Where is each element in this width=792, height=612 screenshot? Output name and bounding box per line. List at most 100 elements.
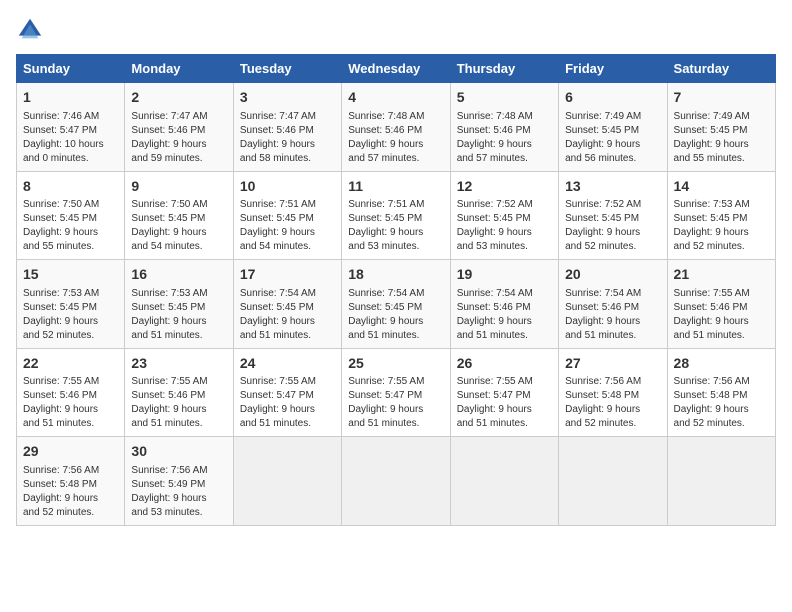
calendar-day-cell: 10Sunrise: 7:51 AM Sunset: 5:45 PM Dayli… — [233, 171, 341, 260]
calendar-week-row: 1Sunrise: 7:46 AM Sunset: 5:47 PM Daylig… — [17, 83, 776, 172]
calendar-day-cell: 15Sunrise: 7:53 AM Sunset: 5:45 PM Dayli… — [17, 260, 125, 349]
day-info: Sunrise: 7:46 AM Sunset: 5:47 PM Dayligh… — [23, 110, 118, 166]
day-info: Sunrise: 7:48 AM Sunset: 5:46 PM Dayligh… — [348, 110, 443, 166]
day-number: 30 — [131, 442, 226, 462]
weekday-header: Friday — [559, 55, 667, 83]
day-info: Sunrise: 7:50 AM Sunset: 5:45 PM Dayligh… — [23, 198, 118, 254]
day-info: Sunrise: 7:48 AM Sunset: 5:46 PM Dayligh… — [457, 110, 552, 166]
day-number: 24 — [240, 354, 335, 374]
day-info: Sunrise: 7:55 AM Sunset: 5:46 PM Dayligh… — [23, 375, 118, 431]
logo — [16, 16, 48, 44]
calendar-day-cell: 29Sunrise: 7:56 AM Sunset: 5:48 PM Dayli… — [17, 437, 125, 526]
day-info: Sunrise: 7:47 AM Sunset: 5:46 PM Dayligh… — [131, 110, 226, 166]
calendar-day-cell: 19Sunrise: 7:54 AM Sunset: 5:46 PM Dayli… — [450, 260, 558, 349]
calendar-week-row: 8Sunrise: 7:50 AM Sunset: 5:45 PM Daylig… — [17, 171, 776, 260]
calendar-day-cell — [450, 437, 558, 526]
calendar-day-cell — [233, 437, 341, 526]
calendar-day-cell: 18Sunrise: 7:54 AM Sunset: 5:45 PM Dayli… — [342, 260, 450, 349]
day-number: 17 — [240, 265, 335, 285]
calendar-day-cell: 30Sunrise: 7:56 AM Sunset: 5:49 PM Dayli… — [125, 437, 233, 526]
calendar-day-cell: 1Sunrise: 7:46 AM Sunset: 5:47 PM Daylig… — [17, 83, 125, 172]
calendar-day-cell: 16Sunrise: 7:53 AM Sunset: 5:45 PM Dayli… — [125, 260, 233, 349]
day-number: 19 — [457, 265, 552, 285]
logo-icon — [16, 16, 44, 44]
day-info: Sunrise: 7:54 AM Sunset: 5:45 PM Dayligh… — [240, 287, 335, 343]
day-number: 29 — [23, 442, 118, 462]
calendar-day-cell: 14Sunrise: 7:53 AM Sunset: 5:45 PM Dayli… — [667, 171, 775, 260]
day-number: 13 — [565, 177, 660, 197]
day-info: Sunrise: 7:56 AM Sunset: 5:49 PM Dayligh… — [131, 464, 226, 520]
calendar-day-cell: 23Sunrise: 7:55 AM Sunset: 5:46 PM Dayli… — [125, 348, 233, 437]
day-info: Sunrise: 7:51 AM Sunset: 5:45 PM Dayligh… — [348, 198, 443, 254]
calendar-day-cell: 12Sunrise: 7:52 AM Sunset: 5:45 PM Dayli… — [450, 171, 558, 260]
day-info: Sunrise: 7:55 AM Sunset: 5:47 PM Dayligh… — [240, 375, 335, 431]
day-number: 8 — [23, 177, 118, 197]
day-info: Sunrise: 7:53 AM Sunset: 5:45 PM Dayligh… — [131, 287, 226, 343]
weekday-header: Thursday — [450, 55, 558, 83]
calendar-day-cell — [342, 437, 450, 526]
calendar-day-cell: 4Sunrise: 7:48 AM Sunset: 5:46 PM Daylig… — [342, 83, 450, 172]
day-info: Sunrise: 7:53 AM Sunset: 5:45 PM Dayligh… — [674, 198, 769, 254]
day-number: 25 — [348, 354, 443, 374]
day-info: Sunrise: 7:55 AM Sunset: 5:47 PM Dayligh… — [457, 375, 552, 431]
day-number: 5 — [457, 88, 552, 108]
page-header — [16, 16, 776, 44]
calendar-day-cell: 7Sunrise: 7:49 AM Sunset: 5:45 PM Daylig… — [667, 83, 775, 172]
day-number: 2 — [131, 88, 226, 108]
day-number: 14 — [674, 177, 769, 197]
calendar-day-cell: 20Sunrise: 7:54 AM Sunset: 5:46 PM Dayli… — [559, 260, 667, 349]
calendar-day-cell: 24Sunrise: 7:55 AM Sunset: 5:47 PM Dayli… — [233, 348, 341, 437]
weekday-header: Saturday — [667, 55, 775, 83]
day-number: 12 — [457, 177, 552, 197]
calendar-week-row: 15Sunrise: 7:53 AM Sunset: 5:45 PM Dayli… — [17, 260, 776, 349]
calendar-week-row: 29Sunrise: 7:56 AM Sunset: 5:48 PM Dayli… — [17, 437, 776, 526]
day-info: Sunrise: 7:50 AM Sunset: 5:45 PM Dayligh… — [131, 198, 226, 254]
calendar-day-cell: 2Sunrise: 7:47 AM Sunset: 5:46 PM Daylig… — [125, 83, 233, 172]
day-number: 1 — [23, 88, 118, 108]
day-info: Sunrise: 7:53 AM Sunset: 5:45 PM Dayligh… — [23, 287, 118, 343]
calendar-day-cell: 21Sunrise: 7:55 AM Sunset: 5:46 PM Dayli… — [667, 260, 775, 349]
calendar-day-cell: 27Sunrise: 7:56 AM Sunset: 5:48 PM Dayli… — [559, 348, 667, 437]
calendar-week-row: 22Sunrise: 7:55 AM Sunset: 5:46 PM Dayli… — [17, 348, 776, 437]
day-info: Sunrise: 7:52 AM Sunset: 5:45 PM Dayligh… — [565, 198, 660, 254]
calendar-day-cell: 13Sunrise: 7:52 AM Sunset: 5:45 PM Dayli… — [559, 171, 667, 260]
day-info: Sunrise: 7:51 AM Sunset: 5:45 PM Dayligh… — [240, 198, 335, 254]
day-info: Sunrise: 7:54 AM Sunset: 5:46 PM Dayligh… — [565, 287, 660, 343]
day-info: Sunrise: 7:49 AM Sunset: 5:45 PM Dayligh… — [565, 110, 660, 166]
day-number: 3 — [240, 88, 335, 108]
calendar-day-cell: 17Sunrise: 7:54 AM Sunset: 5:45 PM Dayli… — [233, 260, 341, 349]
day-number: 23 — [131, 354, 226, 374]
calendar-day-cell: 28Sunrise: 7:56 AM Sunset: 5:48 PM Dayli… — [667, 348, 775, 437]
day-number: 16 — [131, 265, 226, 285]
day-info: Sunrise: 7:55 AM Sunset: 5:47 PM Dayligh… — [348, 375, 443, 431]
day-number: 9 — [131, 177, 226, 197]
day-number: 21 — [674, 265, 769, 285]
day-info: Sunrise: 7:56 AM Sunset: 5:48 PM Dayligh… — [674, 375, 769, 431]
day-number: 4 — [348, 88, 443, 108]
calendar-day-cell: 8Sunrise: 7:50 AM Sunset: 5:45 PM Daylig… — [17, 171, 125, 260]
day-info: Sunrise: 7:49 AM Sunset: 5:45 PM Dayligh… — [674, 110, 769, 166]
calendar-table: SundayMondayTuesdayWednesdayThursdayFrid… — [16, 54, 776, 526]
day-info: Sunrise: 7:56 AM Sunset: 5:48 PM Dayligh… — [23, 464, 118, 520]
calendar-day-cell: 5Sunrise: 7:48 AM Sunset: 5:46 PM Daylig… — [450, 83, 558, 172]
day-number: 27 — [565, 354, 660, 374]
calendar-day-cell — [667, 437, 775, 526]
day-number: 26 — [457, 354, 552, 374]
day-number: 18 — [348, 265, 443, 285]
day-info: Sunrise: 7:52 AM Sunset: 5:45 PM Dayligh… — [457, 198, 552, 254]
day-info: Sunrise: 7:55 AM Sunset: 5:46 PM Dayligh… — [674, 287, 769, 343]
calendar-day-cell: 25Sunrise: 7:55 AM Sunset: 5:47 PM Dayli… — [342, 348, 450, 437]
header-row: SundayMondayTuesdayWednesdayThursdayFrid… — [17, 55, 776, 83]
day-info: Sunrise: 7:47 AM Sunset: 5:46 PM Dayligh… — [240, 110, 335, 166]
calendar-day-cell: 3Sunrise: 7:47 AM Sunset: 5:46 PM Daylig… — [233, 83, 341, 172]
weekday-header: Sunday — [17, 55, 125, 83]
calendar-day-cell: 11Sunrise: 7:51 AM Sunset: 5:45 PM Dayli… — [342, 171, 450, 260]
calendar-day-cell: 22Sunrise: 7:55 AM Sunset: 5:46 PM Dayli… — [17, 348, 125, 437]
day-number: 22 — [23, 354, 118, 374]
weekday-header: Monday — [125, 55, 233, 83]
day-number: 6 — [565, 88, 660, 108]
day-number: 28 — [674, 354, 769, 374]
day-info: Sunrise: 7:54 AM Sunset: 5:45 PM Dayligh… — [348, 287, 443, 343]
day-number: 7 — [674, 88, 769, 108]
weekday-header: Tuesday — [233, 55, 341, 83]
